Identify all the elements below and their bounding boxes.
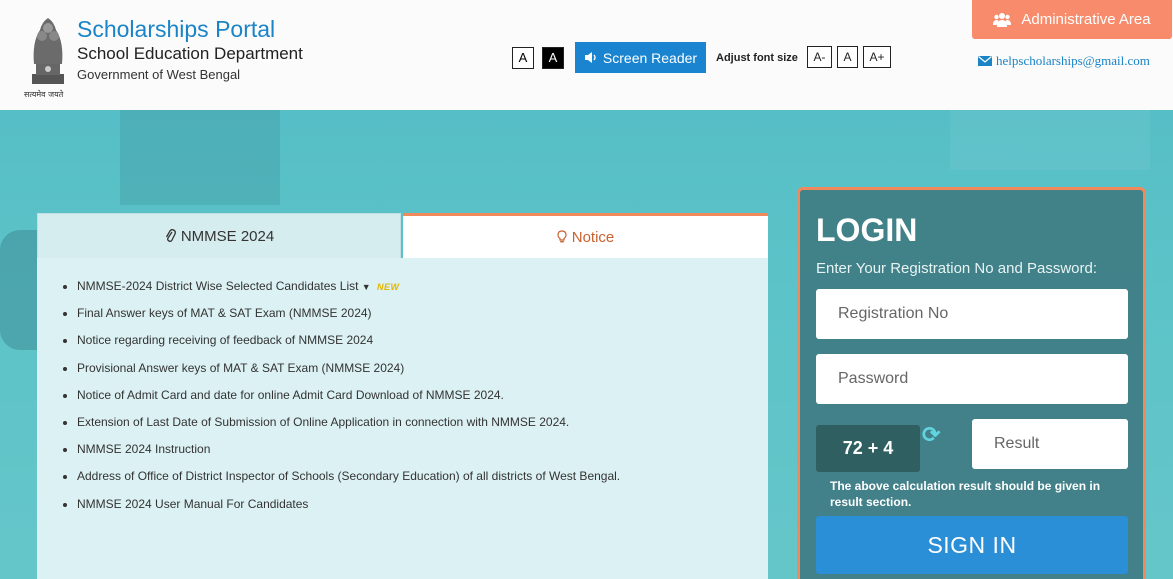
help-email-text: helpscholarships@gmail.com [996,53,1150,68]
notice-item[interactable]: Notice regarding receiving of feedback o… [77,332,620,359]
password-input[interactable] [816,354,1128,404]
adjust-font-label: Adjust font size [716,52,798,64]
emblem-motto: सत्यमेव जयते [24,90,64,99]
notice-panel: NMMSE-2024 District Wise Selected Candid… [37,258,768,579]
contrast-light-button[interactable]: A [512,47,534,69]
notice-item[interactable]: Notice of Admit Card and date for online… [77,387,620,414]
notice-item[interactable]: Address of Office of District Inspector … [77,468,620,495]
contrast-dark-button[interactable]: A [542,47,564,69]
paperclip-icon [165,229,176,242]
screen-reader-button[interactable]: Screen Reader [575,42,706,73]
tab-notice[interactable]: Notice [403,213,768,258]
notice-item-text[interactable]: Notice of Admit Card and date for online… [77,388,504,402]
refresh-icon[interactable]: ⟳ [922,422,940,448]
government-title: Government of West Bengal [77,67,241,82]
notice-item-text[interactable]: Notice regarding receiving of feedback o… [77,333,373,347]
captcha-display: 72 + 4 [816,425,920,472]
font-increase-button[interactable]: A+ [863,46,891,68]
sign-in-button[interactable]: SIGN IN [816,516,1128,574]
tab-nmmse-2024[interactable]: NMMSE 2024 [37,213,401,258]
notice-item-text[interactable]: Extension of Last Date of Submission of … [77,415,569,429]
users-icon [993,13,1012,27]
department-title: School Education Department [77,44,303,63]
tab-nmmse-label: NMMSE 2024 [180,227,275,245]
help-email-link[interactable]: helpscholarships@gmail.com [978,53,1150,69]
caret-down-icon[interactable]: ▼ [362,282,371,292]
administrative-area-button[interactable]: Administrative Area [972,0,1172,39]
envelope-icon [978,56,992,66]
notice-list: NMMSE-2024 District Wise Selected Candid… [77,278,620,523]
notice-item[interactable]: NMMSE 2024 User Manual For Candidates [77,496,620,523]
tab-notice-label: Notice [571,228,615,246]
notice-item[interactable]: Final Answer keys of MAT & SAT Exam (NMM… [77,305,620,332]
new-badge: NEW [377,282,400,292]
notice-item-text[interactable]: NMMSE 2024 Instruction [77,442,210,456]
notice-item[interactable]: Extension of Last Date of Submission of … [77,414,620,441]
login-title: LOGIN [816,212,918,248]
font-decrease-button[interactable]: A- [807,46,832,68]
site-header: सत्यमेव जयते Scholarships Portal School … [0,0,1173,110]
portal-title[interactable]: Scholarships Portal [77,16,275,43]
notice-item-text[interactable]: Final Answer keys of MAT & SAT Exam (NMM… [77,306,372,320]
administrative-area-label: Administrative Area [1021,11,1151,28]
speaker-icon [584,52,596,63]
notice-item-text[interactable]: NMMSE-2024 District Wise Selected Candid… [77,279,358,293]
hero-blackboard-shape [120,110,280,205]
notice-item-text[interactable]: Address of Office of District Inspector … [77,469,620,483]
notice-item[interactable]: NMMSE 2024 Instruction [77,441,620,468]
state-emblem-icon [32,18,64,84]
font-normal-button[interactable]: A [837,46,858,68]
login-panel: LOGIN Enter Your Registration No and Pas… [797,187,1146,579]
lightbulb-icon [557,230,567,243]
notice-item-text[interactable]: NMMSE 2024 User Manual For Candidates [77,497,308,511]
login-subtitle: Enter Your Registration No and Password: [816,260,1097,277]
registration-input[interactable] [816,289,1128,339]
hero-student-shape [0,230,40,350]
notice-item[interactable]: NMMSE-2024 District Wise Selected Candid… [77,278,620,305]
notice-item-text[interactable]: Provisional Answer keys of MAT & SAT Exa… [77,361,404,375]
notice-item[interactable]: Provisional Answer keys of MAT & SAT Exa… [77,360,620,387]
hero-light-shape [950,110,1150,170]
captcha-note: The above calculation result should be g… [830,479,1101,509]
screen-reader-label: Screen Reader [602,49,698,66]
captcha-result-input[interactable] [972,419,1128,469]
